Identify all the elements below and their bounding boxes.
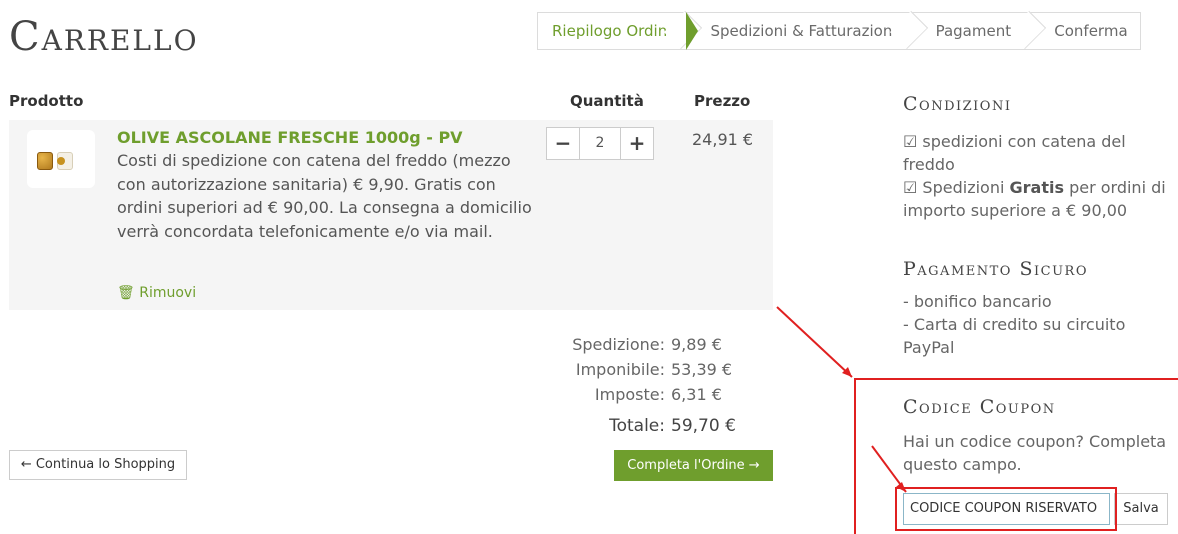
remove-label: Rimuovi [139,285,197,301]
taxes-label: Imposte: [594,385,665,404]
item-price: 24,91 € [692,130,754,149]
shipping-label: Spedizione: [572,335,665,354]
step-payment[interactable]: Pagamento [914,13,1033,49]
annotation-arrow-line-2 [871,445,907,493]
coupon-instructions: Hai un codice coupon? Completa questo ca… [903,432,1167,474]
column-header-product: Prodotto [9,92,84,110]
column-header-quantity: Quantità [570,92,644,110]
column-header-price: Prezzo [694,92,751,110]
decrease-quantity-button[interactable]: − [547,128,579,159]
complete-order-button[interactable]: Completa l'Ordine → [614,450,773,481]
step-shipping-billing[interactable]: Spedizioni & Fatturazione [688,13,913,49]
shipping-value: 9,89 € [671,335,722,354]
annotation-arrowhead-2-icon [896,482,906,492]
condition-cold-chain: ☑ spedizioni con catena del freddo [903,132,1126,174]
page-title: Carrello [9,14,199,60]
trash-icon: 🗑 [117,285,135,301]
product-thumbnail[interactable] [27,130,95,188]
checkout-steps: Riepilogo Ordine Spedizioni & Fatturazio… [537,12,1141,50]
coupon-input[interactable]: CODICE COUPON RISERVATO [903,493,1110,525]
taxes-value: 6,31 € [671,385,722,404]
coupon-save-button[interactable]: Salva [1114,493,1168,525]
continue-shopping-button[interactable]: ← Continua lo Shopping [9,450,187,480]
annotation-arrowhead-icon [842,367,852,377]
payment-bank-transfer: - bonifico bancario [903,292,1052,311]
taxable-label: Imponibile: [575,360,665,379]
condition-free-shipping: ☑ Spedizioni Gratis per ordini di import… [903,178,1166,220]
total-value: 59,70 € [671,416,736,436]
quantity-value[interactable]: 2 [579,128,621,159]
step-order-summary[interactable]: Riepilogo Ordine [538,13,688,49]
secure-payment-text: - bonifico bancario - Carta di credito s… [903,290,1173,359]
coupon-heading: Codice Coupon [903,396,1056,418]
secure-payment-heading: Pagamento Sicuro [903,258,1088,280]
quantity-stepper: − 2 + [546,127,654,160]
conditions-heading: Condizioni [903,93,1012,115]
product-name[interactable]: OLIVE ASCOLANE FRESCHE 1000g - PV [117,128,463,147]
payment-paypal: - Carta di credito su circuito PayPal [903,315,1126,357]
step-confirm[interactable]: Conferma [1032,13,1139,49]
annotation-arrow-line [776,306,853,378]
product-description: Costi di spedizione con catena del fredd… [117,151,532,241]
conditions-text: ☑ spedizioni con catena del freddo ☑ Spe… [903,130,1173,222]
increase-quantity-button[interactable]: + [621,128,653,159]
remove-item-link[interactable]: 🗑 Rimuovi [117,285,196,301]
taxable-value: 53,39 € [671,360,733,379]
total-label: Totale: [609,416,665,436]
